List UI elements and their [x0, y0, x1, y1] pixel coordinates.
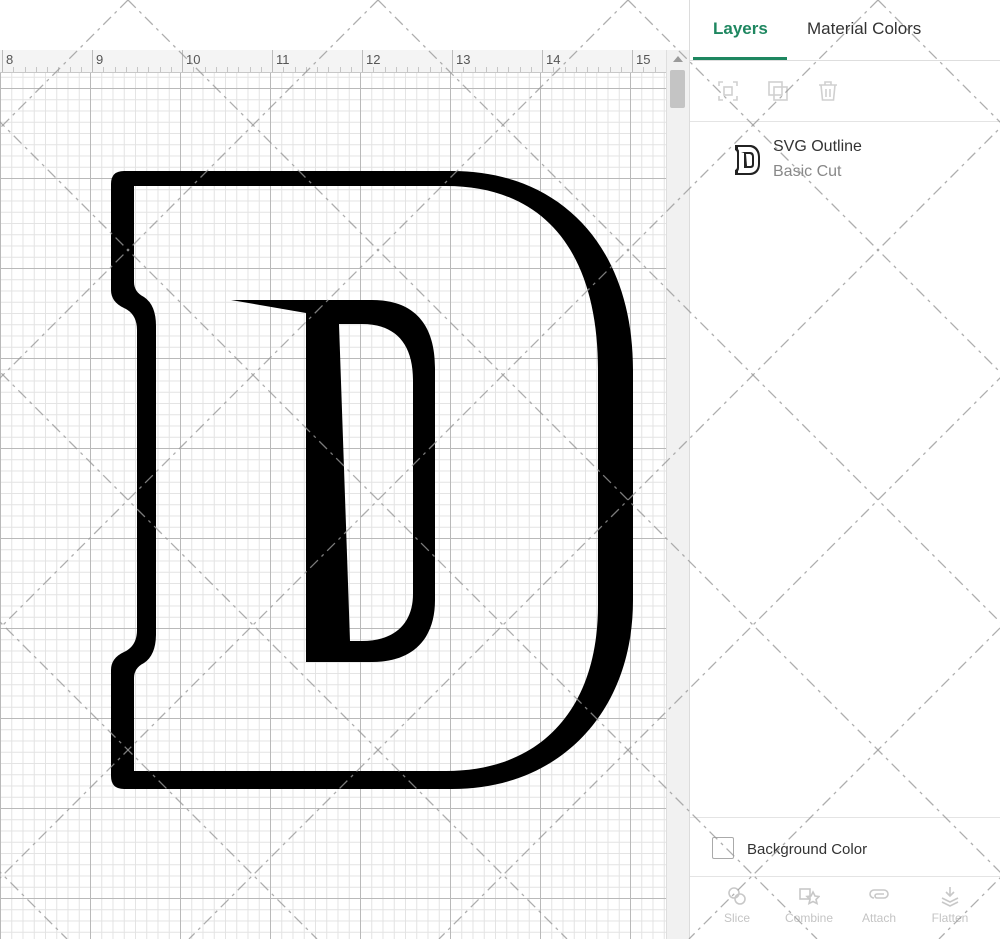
attach-icon [868, 885, 890, 907]
panel-tabs: Layers Material Colors [690, 0, 1000, 61]
layer-operation: Basic Cut [773, 163, 841, 181]
flatten-button[interactable]: Flatten [915, 885, 985, 925]
combine-label: Combine [785, 911, 833, 925]
tab-material-colors[interactable]: Material Colors [807, 19, 921, 39]
flatten-icon [939, 885, 961, 907]
delete-icon[interactable] [816, 79, 840, 103]
layer-name: SVG Outline [773, 138, 862, 156]
layers-panel: Layers Material Colors SVG Outli [689, 0, 1000, 939]
slice-icon [726, 885, 748, 907]
attach-label: Attach [862, 911, 896, 925]
flatten-label: Flatten [932, 911, 969, 925]
scroll-thumb[interactable] [670, 70, 685, 108]
tab-layers[interactable]: Layers [713, 19, 768, 39]
inner-d-letter[interactable] [231, 300, 435, 662]
vertical-scrollbar[interactable] [666, 50, 689, 939]
background-color-label: Background Color [747, 841, 867, 858]
scroll-up-icon[interactable] [673, 56, 683, 62]
outer-d-outline[interactable] [111, 171, 633, 789]
bottom-toolbar: Slice Combine Attach Flatten [690, 876, 1000, 940]
duplicate-icon[interactable] [766, 79, 790, 103]
layer-actions-toolbar [690, 61, 1000, 122]
layer-thumbnail [733, 144, 761, 176]
slice-button[interactable]: Slice [702, 885, 772, 925]
group-icon[interactable] [716, 79, 740, 103]
design-canvas[interactable]: 89101112131415 [0, 0, 688, 939]
combine-icon [798, 885, 820, 907]
background-color-row: Background Color [690, 817, 1000, 876]
combine-button[interactable]: Combine [774, 885, 844, 925]
attach-button[interactable]: Attach [844, 885, 914, 925]
active-tab-indicator [693, 57, 787, 60]
slice-label: Slice [724, 911, 750, 925]
layer-item[interactable]: SVG Outline Basic Cut [690, 122, 1000, 192]
background-color-checkbox[interactable] [712, 837, 734, 859]
design-object-svg-outline[interactable] [0, 0, 688, 939]
